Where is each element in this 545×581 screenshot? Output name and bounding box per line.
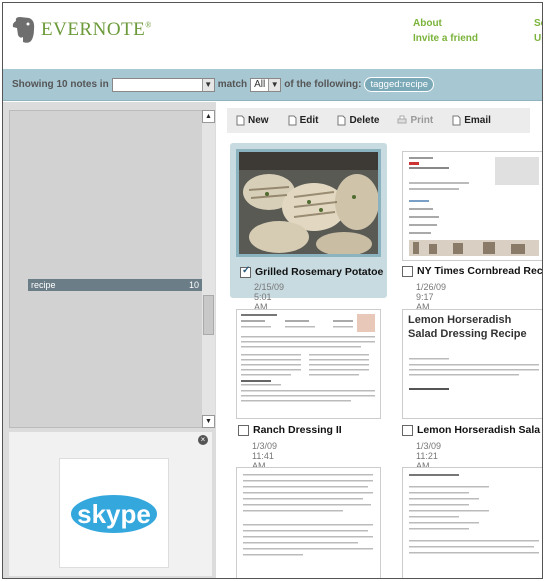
new-note-icon bbox=[236, 115, 245, 126]
printer-icon bbox=[397, 115, 407, 124]
ranch-recipe-preview bbox=[237, 310, 380, 418]
upgrade-link[interactable]: Up bbox=[534, 31, 542, 46]
header-links-cut: Se Up bbox=[534, 16, 542, 46]
skype-ad[interactable]: skype bbox=[59, 458, 169, 568]
header: EVERNOTE® About Invite a friend Se Up bbox=[3, 3, 542, 69]
new-button[interactable]: New bbox=[227, 108, 279, 133]
note-title-row: Lemon Horseradish Sala bbox=[402, 424, 542, 436]
note-title[interactable]: Ranch Dressing II bbox=[253, 424, 342, 436]
delete-label: Delete bbox=[349, 115, 380, 126]
note-title[interactable]: Lemon Horseradish Sala bbox=[417, 424, 540, 436]
left-pane: recipe 10 ▲ ▼ × skype bbox=[3, 102, 216, 578]
note-title[interactable]: Grilled Rosemary Potatoe bbox=[255, 266, 383, 278]
note-preview-heading: Lemon Horseradish Salad Dressing Recipe bbox=[408, 314, 527, 340]
filter-prefix: Showing 10 notes in bbox=[12, 79, 109, 90]
match-value: All bbox=[254, 79, 266, 90]
chevron-down-icon[interactable]: ▼ bbox=[268, 78, 281, 91]
scroll-up-icon[interactable]: ▲ bbox=[202, 110, 215, 123]
note-title-row: Ranch Dressing II bbox=[238, 424, 383, 436]
note-toolbar: New Edit Delete Print Email bbox=[227, 108, 530, 133]
note-checkbox[interactable] bbox=[240, 266, 251, 278]
note-date: 1/26/09 9:17 AM bbox=[416, 282, 447, 312]
sloppy-joes-preview bbox=[403, 468, 542, 578]
delete-button[interactable]: Delete bbox=[328, 108, 389, 133]
skype-logo-icon: skype bbox=[69, 493, 159, 535]
email-label: Email bbox=[464, 115, 491, 126]
note-title[interactable]: NY Times Cornbread Rec bbox=[417, 265, 542, 277]
delete-icon bbox=[337, 115, 346, 126]
edit-icon bbox=[288, 115, 297, 126]
edit-label: Edit bbox=[299, 115, 319, 126]
invite-friend-link[interactable]: Invite a friend bbox=[413, 31, 478, 46]
match-select[interactable]: All ▼ bbox=[250, 77, 282, 92]
potatoes-photo bbox=[239, 152, 378, 254]
tag-filter-pill[interactable]: tagged:recipe bbox=[364, 77, 435, 92]
elephant-icon bbox=[12, 17, 35, 43]
chevron-down-icon[interactable]: ▼ bbox=[201, 78, 214, 91]
about-link[interactable]: About bbox=[413, 16, 478, 31]
tag-count: 10 bbox=[188, 280, 199, 290]
scroll-thumb[interactable] bbox=[203, 295, 214, 335]
tags-list: recipe 10 bbox=[9, 110, 204, 428]
note-checkbox[interactable] bbox=[238, 424, 249, 436]
notebook-select[interactable]: ▼ bbox=[111, 77, 215, 92]
close-icon[interactable]: × bbox=[198, 435, 208, 445]
note-thumbnail[interactable] bbox=[402, 151, 542, 261]
note-thumbnail[interactable]: Lemon Horseradish Salad Dressing Recipe bbox=[402, 309, 542, 419]
print-button[interactable]: Print bbox=[389, 108, 443, 133]
note-title-row: NY Times Cornbread Rec bbox=[402, 265, 542, 277]
cornbread-page-preview bbox=[403, 152, 542, 260]
scroll-down-icon[interactable]: ▼ bbox=[202, 415, 215, 428]
note-title-row: Grilled Rosemary Potatoe bbox=[240, 266, 385, 278]
match-label: match bbox=[217, 79, 248, 90]
ad-area: × skype bbox=[9, 432, 212, 576]
svg-text:skype: skype bbox=[77, 499, 151, 529]
settings-link[interactable]: Se bbox=[534, 16, 542, 31]
email-icon bbox=[452, 115, 461, 126]
edit-button[interactable]: Edit bbox=[279, 108, 329, 133]
filter-bar: Showing 10 notes in ▼ match All ▼ of the… bbox=[3, 69, 542, 101]
tag-item-recipe[interactable]: recipe 10 bbox=[28, 279, 203, 291]
salsa-text-preview bbox=[237, 468, 380, 578]
note-checkbox[interactable] bbox=[402, 424, 413, 436]
email-button[interactable]: Email bbox=[443, 108, 501, 133]
filter-suffix: of the following: bbox=[284, 79, 362, 90]
evernote-window: EVERNOTE® About Invite a friend Se Up Sh… bbox=[2, 2, 543, 579]
note-checkbox[interactable] bbox=[402, 265, 413, 277]
evernote-logo[interactable]: EVERNOTE® bbox=[11, 15, 152, 45]
header-links: About Invite a friend bbox=[413, 16, 478, 46]
tag-label: recipe bbox=[31, 280, 56, 290]
notes-panel: New Edit Delete Print Email ✓ Grilled Ro… bbox=[219, 102, 542, 578]
note-thumbnail[interactable] bbox=[236, 467, 381, 578]
print-label: Print bbox=[410, 115, 434, 126]
brand-name: EVERNOTE® bbox=[41, 19, 152, 40]
note-thumbnail[interactable] bbox=[236, 309, 381, 419]
note-thumbnail[interactable] bbox=[402, 467, 542, 578]
note-thumbnail[interactable] bbox=[236, 149, 381, 257]
tags-scrollbar[interactable]: ▲ ▼ bbox=[202, 110, 215, 428]
new-label: New bbox=[248, 115, 269, 126]
note-date: 2/15/09 5:01 AM bbox=[254, 282, 285, 312]
lemon-text-lines bbox=[409, 358, 539, 390]
